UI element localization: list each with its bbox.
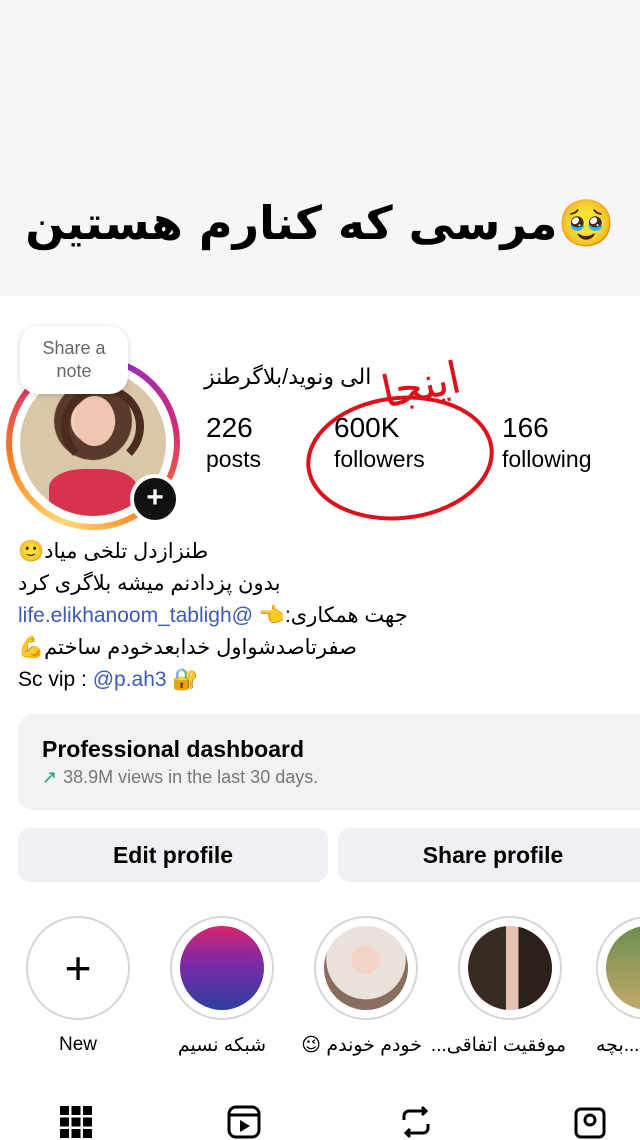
highlight-label: خودم خوندم 😉 bbox=[301, 1035, 422, 1056]
stat-followers[interactable]: 600K followers bbox=[334, 412, 425, 473]
tagged-icon[interactable] bbox=[572, 1104, 608, 1140]
highlight-label: شبکه نسیم bbox=[177, 1035, 267, 1056]
bio-link-tabligh[interactable]: life.elikhanoom_tabligh@ bbox=[18, 604, 253, 627]
following-label: following bbox=[502, 446, 592, 472]
posts-count: 226 bbox=[206, 412, 253, 443]
banner: 🥹مرسی که کنارم هستین bbox=[0, 0, 640, 296]
bio-line-1: طنزازدل تلخی میاد🙂 bbox=[18, 540, 209, 563]
bio-line-5: Sc vip : @p.ah3 🔐 bbox=[18, 664, 618, 696]
bio-link-mention[interactable]: @p.ah3 bbox=[93, 668, 167, 691]
highlight-label: New bbox=[58, 1034, 97, 1055]
bio-line-2: بدون پزدادنم میشه بلاگری کرد bbox=[18, 572, 281, 595]
bio: طنزازدل تلخی میاد🙂 بدون پزدادنم میشه بلا… bbox=[18, 536, 618, 696]
dashboard-title: Professional dashboard bbox=[42, 736, 305, 762]
highlight-cover bbox=[468, 926, 552, 1010]
trend-up-icon: ↗ bbox=[42, 767, 58, 787]
note-text-line1: Share a bbox=[42, 338, 106, 358]
profile-name: الی ونوید/بلاگرطنز bbox=[204, 364, 372, 389]
share-note-bubble[interactable]: Share a note bbox=[20, 326, 128, 394]
highlight-item[interactable]: موفقیت اتفاقی... bbox=[430, 916, 566, 1057]
bio-line-4: صفرتاصدشواول خدابعدخودم ساختم💪 bbox=[18, 636, 357, 659]
posts-label: posts bbox=[206, 446, 261, 472]
bio-line-3: life.elikhanoom_tabligh@ جهت همکاری:👈 bbox=[18, 600, 618, 632]
bio-line-5-text: Sc vip : bbox=[18, 668, 93, 691]
highlight-cover bbox=[606, 926, 640, 1010]
highlight-label: ...بچه bbox=[596, 1035, 640, 1056]
highlight-item[interactable]: ...بچه bbox=[596, 916, 640, 1057]
reposts-icon[interactable] bbox=[398, 1104, 434, 1140]
dashboard-subtitle: ↗ 38.9M views in the last 30 days. bbox=[42, 767, 319, 787]
lock-icon: 🔐 bbox=[166, 668, 199, 691]
stat-following[interactable]: 166 following bbox=[502, 412, 592, 473]
following-count: 166 bbox=[502, 412, 549, 443]
highlight-cover bbox=[324, 926, 408, 1010]
grid-icon[interactable] bbox=[58, 1104, 94, 1140]
stat-posts[interactable]: 226 posts bbox=[206, 412, 261, 473]
share-profile-button[interactable]: Share profile bbox=[338, 828, 640, 882]
bio-line-3-text: جهت همکاری:👈 bbox=[258, 604, 408, 627]
followers-label: followers bbox=[334, 446, 425, 472]
highlight-label: موفقیت اتفاقی... bbox=[430, 1035, 566, 1056]
professional-dashboard[interactable]: Professional dashboard ↗ 38.9M views in t… bbox=[18, 714, 640, 810]
banner-title: 🥹مرسی که کنارم هستین bbox=[25, 196, 615, 250]
plus-icon: + bbox=[64, 942, 92, 994]
edit-profile-button[interactable]: Edit profile bbox=[18, 828, 328, 882]
highlight-item[interactable]: شبکه نسیم bbox=[166, 916, 278, 1057]
highlight-cover bbox=[180, 926, 264, 1010]
reels-icon[interactable] bbox=[226, 1104, 262, 1140]
add-story-plus-icon[interactable]: + bbox=[130, 474, 180, 524]
note-text-line2: note bbox=[56, 361, 92, 381]
highlight-item[interactable]: خودم خوندم 😉 bbox=[301, 916, 422, 1057]
annotation-text: اینجا bbox=[377, 352, 465, 418]
profile-tab-bar bbox=[0, 1098, 640, 1139]
followers-count: 600K bbox=[334, 412, 400, 443]
highlight-new[interactable]: + New bbox=[22, 916, 134, 1056]
